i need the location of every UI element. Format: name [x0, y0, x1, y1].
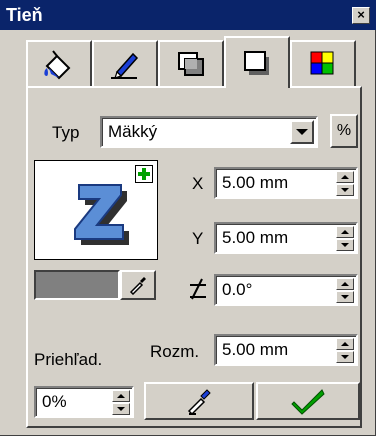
tab-outline[interactable]: [92, 40, 158, 86]
plus-icon: [138, 168, 150, 180]
opacity-spin-down[interactable]: [112, 403, 130, 415]
pen-icon: [111, 52, 139, 79]
angle-spin-up[interactable]: [336, 278, 354, 290]
eyedropper-icon: [129, 277, 146, 295]
arrow-up-icon: [341, 175, 349, 179]
type-label: Typ: [52, 123, 80, 142]
angle-icon: [190, 278, 206, 300]
size-field-value: 5.00 mm: [222, 340, 289, 359]
opacity-spin-up[interactable]: [112, 390, 130, 402]
tab-color[interactable]: [290, 40, 356, 86]
arrow-down-icon: [341, 188, 349, 192]
x-field-value: 5.00 mm: [222, 173, 289, 192]
shadow-color-swatch[interactable]: [34, 270, 120, 300]
transparency-icon: [178, 52, 204, 76]
type-dropdown-button[interactable]: [290, 120, 314, 144]
size-label: Rozm.: [150, 342, 200, 361]
eyedropper-button[interactable]: [120, 270, 156, 300]
x-field[interactable]: 5.00 mm: [214, 167, 358, 199]
x-spin-up[interactable]: [336, 171, 354, 183]
apply-button[interactable]: [256, 382, 360, 420]
shadow-dialog: Tieň × Typ Mäkký % X 5.00 mm Y 5.00 mm 0…: [0, 0, 376, 436]
size-spin-up[interactable]: [336, 338, 354, 350]
arrow-down-icon: [341, 243, 349, 247]
angle-field[interactable]: 0.0°: [214, 274, 358, 306]
tab-transparency[interactable]: [158, 40, 224, 86]
checkmark-icon: [291, 389, 325, 415]
size-spin-down[interactable]: [336, 351, 354, 363]
tab-shadow[interactable]: [224, 36, 290, 88]
y-spin-down[interactable]: [336, 239, 354, 251]
title-bar[interactable]: Tieň ×: [0, 0, 376, 30]
y-field[interactable]: 5.00 mm: [214, 222, 358, 254]
add-shadow-button[interactable]: [135, 165, 153, 183]
arrow-up-icon: [117, 394, 125, 398]
chevron-down-icon: [296, 129, 308, 135]
arrow-down-icon: [341, 355, 349, 359]
y-field-value: 5.00 mm: [222, 228, 289, 247]
angle-field-value: 0.0°: [222, 280, 253, 299]
color-grid-icon: [310, 51, 334, 75]
eyedropper-icon: [187, 389, 211, 416]
x-spin-down[interactable]: [336, 184, 354, 196]
opacity-field-value: 0%: [42, 392, 67, 411]
shadow-icon: [244, 51, 269, 75]
arrow-down-icon: [341, 295, 349, 299]
pick-shadow-button[interactable]: [144, 382, 254, 420]
arrow-up-icon: [341, 230, 349, 234]
arrow-down-icon: [117, 407, 125, 411]
opacity-label: Priehľad.: [34, 350, 103, 369]
opacity-field[interactable]: 0%: [34, 386, 134, 418]
type-select[interactable]: Mäkký: [100, 116, 318, 148]
x-label: X: [192, 174, 204, 193]
tab-fill[interactable]: [26, 40, 92, 86]
y-label: Y: [192, 229, 204, 248]
percent-button[interactable]: %: [330, 114, 358, 148]
paint-bucket-icon: [44, 50, 71, 80]
window-title: Tieň: [6, 5, 43, 25]
type-select-value: Mäkký: [108, 122, 158, 141]
arrow-up-icon: [341, 342, 349, 346]
shadow-preview: [34, 160, 158, 260]
size-field[interactable]: 5.00 mm: [214, 334, 358, 366]
y-spin-up[interactable]: [336, 226, 354, 238]
angle-spin-down[interactable]: [336, 291, 354, 303]
arrow-up-icon: [341, 282, 349, 286]
close-button[interactable]: ×: [352, 7, 370, 24]
